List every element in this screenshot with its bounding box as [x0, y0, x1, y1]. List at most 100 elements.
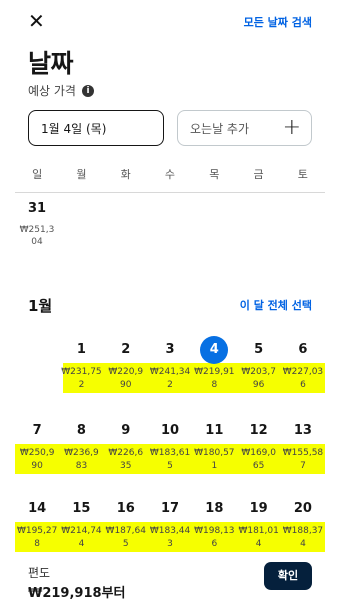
day-price-line1: ₩188,37 [282, 526, 324, 536]
day-price-line1: ₩226,6 [108, 448, 144, 458]
calendar-day[interactable]: 16 ₩187,64 5 [104, 496, 148, 551]
day-price: ₩169,0 65 [237, 447, 281, 473]
day-price-line1: ₩183,61 [149, 448, 191, 458]
confirm-button[interactable]: 확인 [264, 562, 312, 590]
calendar-day[interactable]: 20 ₩188,37 4 [281, 496, 325, 551]
day-price: ₩251,3 04 [15, 224, 59, 248]
weekday-thu: 목 [209, 168, 220, 181]
day-price: ₩183,61 5 [148, 447, 192, 473]
calendar-day[interactable]: 4 ₩219,91 8 [192, 336, 236, 392]
day-price-line1: ₩220,9 [108, 367, 144, 377]
day-price-line2: 2 [167, 380, 173, 390]
calendar-day[interactable]: 19 ₩181,01 4 [237, 496, 281, 551]
day-number: 3 [148, 337, 192, 363]
calendar-day[interactable]: 7 ₩250,9 90 [15, 418, 59, 473]
day-number: 12 [237, 418, 281, 444]
day-number: 2 [104, 337, 148, 363]
day-price-line2: 3 [167, 539, 173, 549]
calendar-day[interactable]: 1 ₩231,75 2 [59, 337, 103, 392]
day-number: 20 [281, 496, 325, 522]
day-number: 6 [281, 337, 325, 363]
weekday-sat: 토 [297, 168, 308, 181]
day-number: 18 [192, 496, 236, 522]
day-price: ₩188,37 4 [281, 525, 325, 551]
weekday-fri: 금 [253, 168, 264, 181]
day-price-line1: ₩198,13 [194, 526, 235, 536]
divider [15, 192, 325, 193]
day-price: ₩250,9 90 [15, 447, 59, 473]
close-icon[interactable]: ✕ [28, 10, 45, 32]
month-label: 1월 [28, 297, 53, 315]
info-icon[interactable]: i [81, 84, 94, 97]
day-price: ₩187,64 5 [104, 525, 148, 551]
return-date-field[interactable]: 오는날 추가 + [177, 110, 312, 146]
day-number-text: 4 [200, 336, 229, 364]
departure-date-field[interactable]: 1월 4일 (목) [28, 110, 164, 146]
page-title: 날짜 [28, 49, 74, 78]
calendar-day[interactable]: 18 ₩198,13 6 [192, 496, 236, 551]
day-number: 9 [104, 418, 148, 444]
search-all-dates-link[interactable]: 모든 날짜 검색 [244, 14, 312, 30]
return-date-placeholder: 오는날 추가 [190, 121, 250, 136]
calendar-day[interactable]: 8 ₩236,9 83 [59, 418, 103, 473]
day-price-line2: 7 [300, 461, 306, 471]
weekday-sun: 일 [32, 168, 43, 181]
day-price-line2: 90 [31, 461, 43, 471]
day-price: ₩227,03 6 [281, 366, 325, 392]
day-number-text: 8 [76, 423, 86, 438]
calendar-day[interactable]: 3 ₩241,34 2 [148, 337, 192, 392]
calendar-day[interactable]: 6 ₩227,03 6 [281, 337, 325, 392]
departure-date-value: 1월 4일 (목) [41, 121, 107, 136]
day-price: ₩226,6 35 [104, 447, 148, 473]
day-number: 15 [59, 496, 103, 522]
day-price: ₩220,9 90 [104, 366, 148, 392]
select-whole-month-link[interactable]: 이 달 전체 선택 [240, 297, 312, 313]
day-number-text: 7 [32, 423, 42, 438]
day-number-text: 1 [76, 342, 86, 357]
calendar-day[interactable]: 13 ₩155,58 7 [281, 418, 325, 473]
footer-price: ₩219,918부터 [28, 586, 126, 600]
day-price-line2: 65 [252, 461, 265, 471]
day-number-text: 14 [28, 501, 47, 516]
subtitle-text: 예상 가격 [28, 84, 76, 98]
day-price-line1: ₩236,9 [64, 448, 99, 458]
calendar-day[interactable]: 5 ₩203,7 96 [237, 337, 281, 392]
day-number: 16 [104, 496, 148, 522]
day-price-line1: ₩155,58 [282, 448, 324, 458]
calendar-day[interactable]: 11 ₩180,57 1 [192, 418, 236, 473]
day-price-line2: 6 [300, 380, 306, 390]
calendar-day[interactable]: 15 ₩214,74 4 [59, 496, 103, 551]
calendar-day[interactable]: 14 ₩195,27 8 [15, 496, 59, 551]
day-number-text: 18 [205, 501, 224, 516]
day-price-line1: ₩251,3 [19, 225, 55, 235]
day-price: ₩181,01 4 [237, 525, 281, 551]
top-bar: ✕ 모든 날짜 검색 [0, 10, 340, 34]
day-number-text: 20 [293, 501, 312, 516]
day-price-line1: ₩241,34 [149, 367, 191, 377]
day-number: 14 [15, 496, 59, 522]
day-number: 7 [15, 418, 59, 444]
day-price: ₩195,27 8 [15, 525, 59, 551]
day-number-text: 6 [298, 342, 308, 357]
day-number-text: 2 [121, 342, 131, 357]
calendar-day[interactable]: 12 ₩169,0 65 [237, 418, 281, 473]
day-price: ₩219,91 8 [192, 366, 236, 392]
day-price: ₩183,44 3 [148, 525, 192, 551]
day-number: 11 [192, 418, 236, 444]
day-price-line1: ₩214,74 [61, 526, 102, 536]
day-number-text: 13 [293, 423, 312, 438]
weekday-wed: 수 [164, 168, 176, 181]
footer-bar: 편도 ₩219,918부터 확인 [0, 552, 340, 600]
plus-icon: + [282, 115, 301, 140]
day-number: 31 [27, 201, 47, 216]
day-price-line2: 6 [211, 539, 218, 549]
day-price: ₩198,13 6 [192, 525, 236, 551]
calendar-day[interactable]: 2 ₩220,9 90 [104, 337, 148, 392]
calendar-day[interactable]: 9 ₩226,6 35 [104, 418, 148, 473]
day-price-line2: 8 [211, 380, 218, 390]
calendar-day-dec-31[interactable]: 31 ₩251,3 04 [15, 200, 59, 248]
calendar-day[interactable]: 17 ₩183,44 3 [148, 496, 192, 551]
day-number: 8 [59, 418, 103, 444]
calendar-day[interactable]: 10 ₩183,61 5 [148, 418, 192, 473]
day-number: 19 [237, 496, 281, 522]
